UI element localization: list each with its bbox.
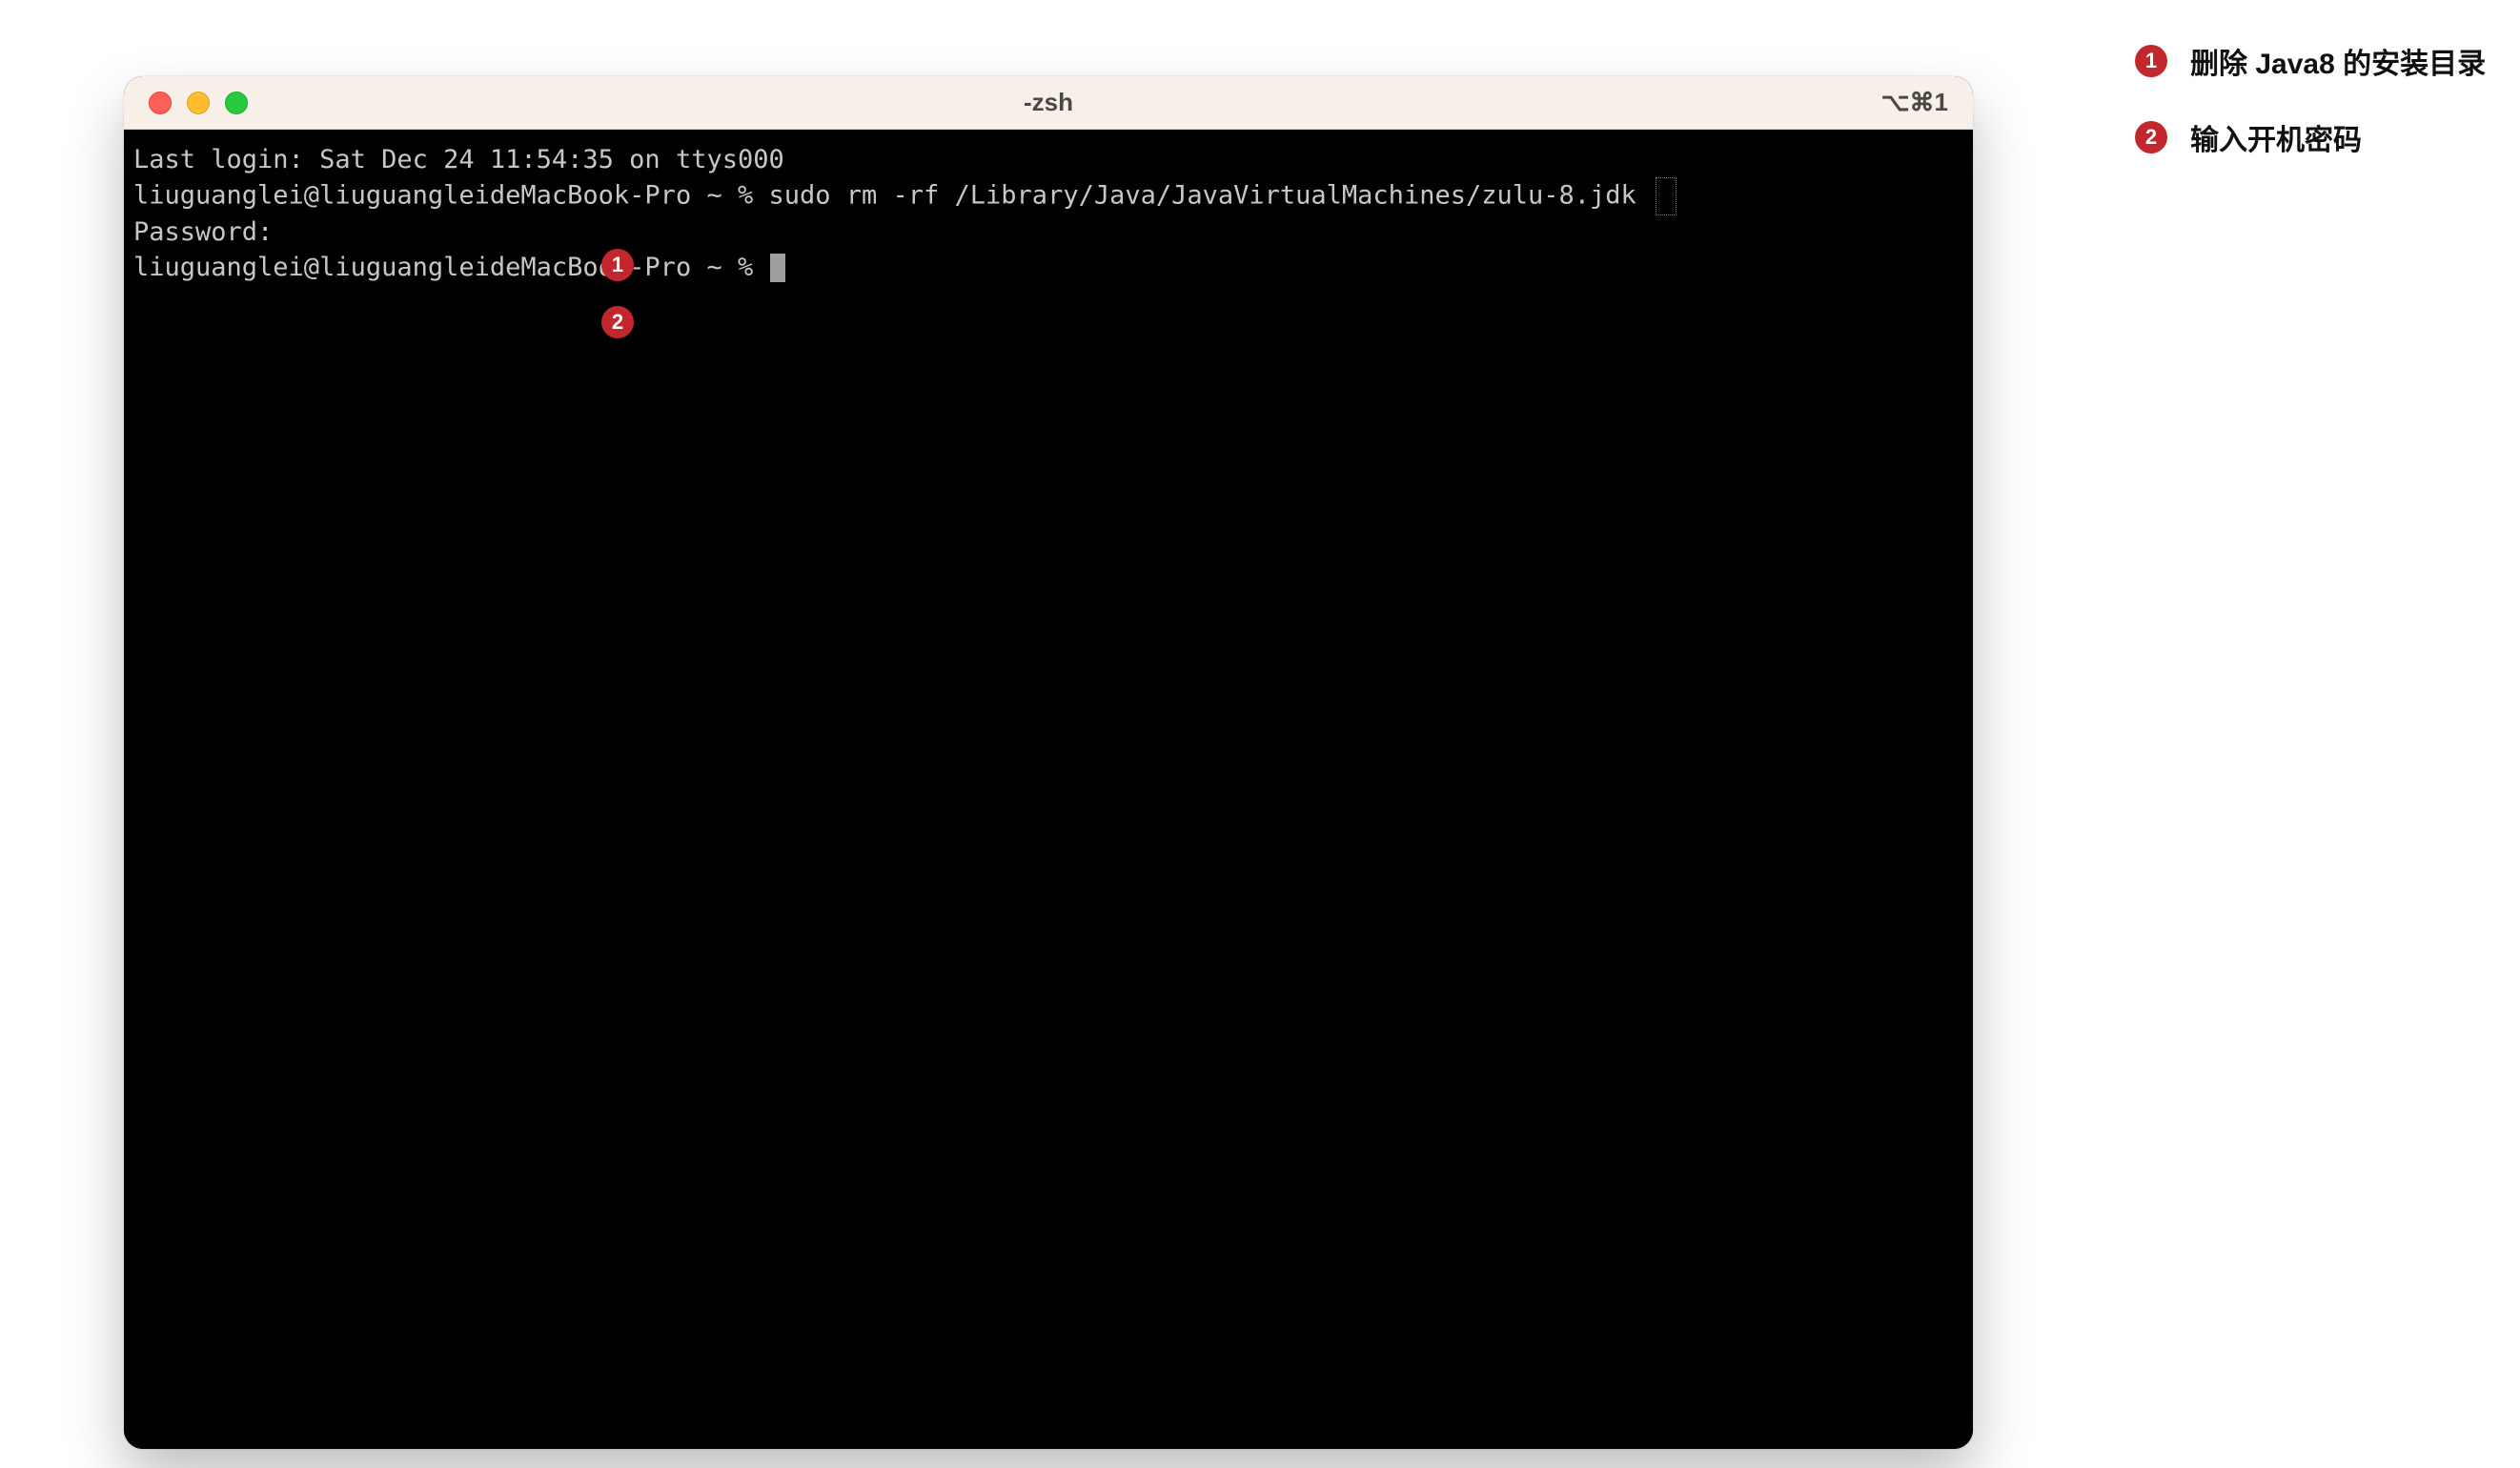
maximize-button[interactable] [225, 92, 248, 114]
annotation-badge-1: 1 [601, 249, 634, 281]
legend-badge-1: 1 [2135, 45, 2167, 77]
window-title-bar: -zsh ⌥⌘1 [124, 76, 1973, 130]
selection-cursor-icon [1656, 177, 1677, 215]
legend-text-1: 删除 Java8 的安装目录 [2190, 40, 2486, 82]
traffic-lights [124, 92, 248, 114]
terminal-line-prompt: liuguanglei@liuguangleideMacBook-Pro ~ % [133, 253, 768, 282]
terminal-body[interactable]: Last login: Sat Dec 24 11:54:35 on ttys0… [124, 130, 1973, 1449]
annotation-legend: 1 删除 Java8 的安装目录 2 输入开机密码 [2135, 40, 2486, 158]
minimize-button[interactable] [187, 92, 210, 114]
legend-item: 1 删除 Java8 的安装目录 [2135, 40, 2486, 82]
terminal-line-password: Password: [133, 217, 273, 247]
terminal-cursor-icon [770, 254, 785, 282]
terminal-line-command: liuguanglei@liuguangleideMacBook-Pro ~ %… [133, 181, 1652, 211]
annotation-badge-2: 2 [601, 306, 634, 338]
legend-item: 2 输入开机密码 [2135, 116, 2486, 158]
terminal-window: -zsh ⌥⌘1 Last login: Sat Dec 24 11:54:35… [124, 76, 1973, 1449]
window-title: -zsh [124, 88, 1973, 117]
terminal-line-last-login: Last login: Sat Dec 24 11:54:35 on ttys0… [133, 145, 784, 174]
legend-badge-2: 2 [2135, 121, 2167, 153]
window-shortcut-indicator: ⌥⌘1 [1881, 88, 1948, 117]
close-button[interactable] [149, 92, 172, 114]
legend-text-2: 输入开机密码 [2190, 116, 2362, 158]
